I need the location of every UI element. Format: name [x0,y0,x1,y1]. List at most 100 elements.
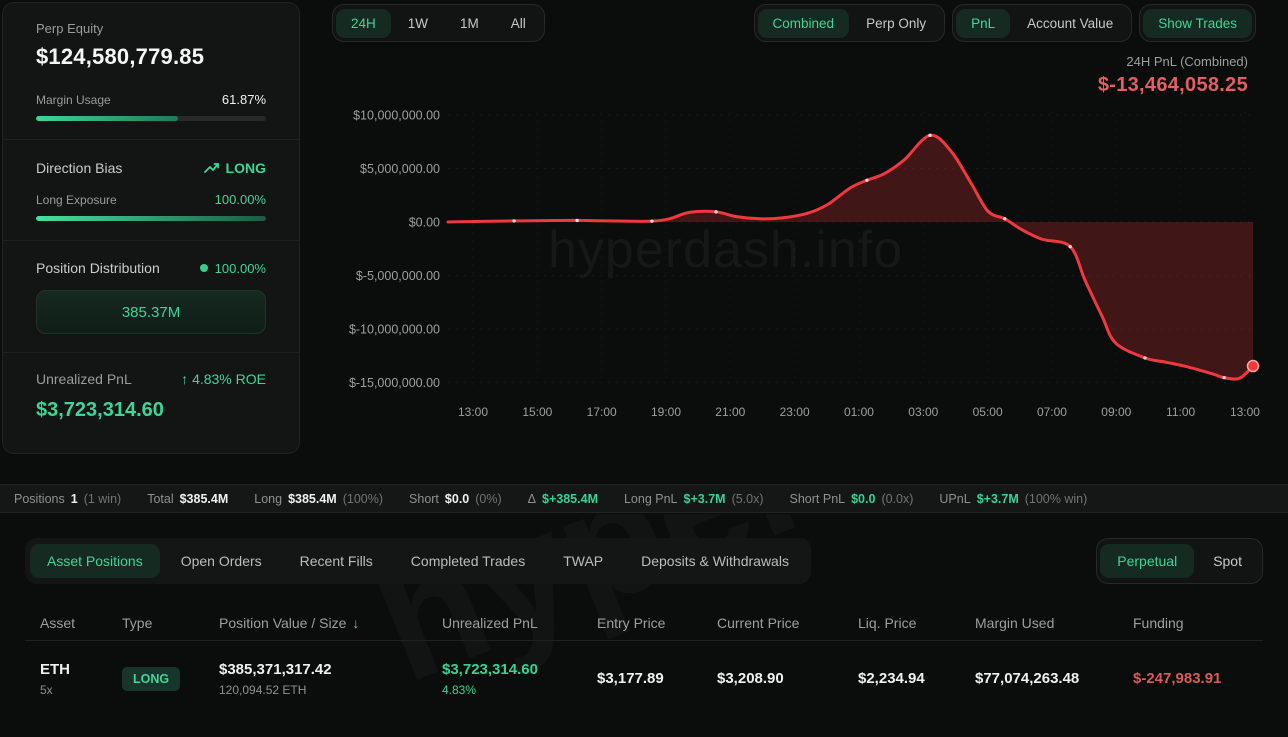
unrealized-pnl-label: Unrealized PnL [36,371,132,387]
col-liq-price[interactable]: Liq. Price [858,615,975,631]
mode-toggle-group: Combined Perp Only [754,4,946,42]
market-spot-button[interactable]: Spot [1196,544,1259,578]
margin-usage-value: 61.87% [222,92,266,107]
summary-short-pnl: Short PnL$0.0(0.0x) [790,492,914,506]
tab-asset-positions[interactable]: Asset Positions [30,544,160,578]
long-exposure-fill [36,216,266,221]
perp-equity-value: $124,580,779.85 [36,44,266,70]
summary-positions: Positions1(1 win) [14,492,121,506]
col-margin-used[interactable]: Margin Used [975,615,1133,631]
summary-short: Short$0.0(0%) [409,492,502,506]
margin-usage-bar [36,116,266,121]
svg-text:09:00: 09:00 [1101,405,1131,419]
mode-perp-only-button[interactable]: Perp Only [851,9,941,38]
summary-total: Total$385.4M [147,492,228,506]
summary-long: Long$385.4M(100%) [254,492,383,506]
chart-header-label: 24H PnL (Combined) [1098,54,1248,69]
positions-summary-bar: Positions1(1 win) Total$385.4M Long$385.… [0,484,1288,513]
position-distribution-value: 100.00% [215,261,266,276]
position-distribution-label: Position Distribution [36,260,160,276]
svg-text:11:00: 11:00 [1166,405,1195,419]
svg-text:$-15,000,000.00: $-15,000,000.00 [349,376,440,390]
tab-completed-trades[interactable]: Completed Trades [394,544,542,578]
mode-combined-button[interactable]: Combined [758,9,850,38]
divider [3,240,299,241]
roe-value: 4.83% ROE [192,371,266,387]
position-size: 120,094.52 ETH [219,683,442,697]
time-range-24h[interactable]: 24H [336,9,391,38]
svg-text:$5,000,000.00: $5,000,000.00 [360,162,440,176]
svg-text:23:00: 23:00 [780,405,810,419]
perp-equity-label: Perp Equity [36,21,266,36]
account-stats-panel: Perp Equity $124,580,779.85 Margin Usage… [2,2,300,454]
overview-section: Perp Equity $124,580,779.85 Margin Usage… [0,0,1288,456]
positions-section: hyperdash Asset Positions Open Orders Re… [0,514,1288,737]
col-entry-price[interactable]: Entry Price [597,615,717,631]
tab-deposits-withdrawals[interactable]: Deposits & Withdrawals [624,544,806,578]
svg-text:17:00: 17:00 [587,405,617,419]
long-exposure-label: Long Exposure [36,193,117,207]
arrow-up-icon: ↑ [181,371,188,387]
table-header-row: Asset Type Position Value / Size↓ Unreal… [25,606,1263,640]
summary-long-pnl: Long PnL$+3.7M(5.0x) [624,492,764,506]
divider [3,139,299,140]
sort-desc-icon: ↓ [352,615,359,631]
svg-text:15:00: 15:00 [522,405,552,419]
row-liq-price: $2,234.94 [858,670,975,687]
metric-account-value-button[interactable]: Account Value [1012,9,1128,38]
tab-recent-fills[interactable]: Recent Fills [283,544,390,578]
svg-text:07:00: 07:00 [1037,405,1067,419]
time-range-1m[interactable]: 1M [445,9,494,38]
svg-text:03:00: 03:00 [908,405,938,419]
dot-icon [200,264,208,272]
time-range-1w[interactable]: 1W [393,9,443,38]
col-asset[interactable]: Asset [40,615,122,631]
bottom-tabs: Asset Positions Open Orders Recent Fills… [25,538,811,584]
time-range-all[interactable]: All [496,9,541,38]
tab-twap[interactable]: TWAP [546,544,620,578]
svg-text:$-5,000,000.00: $-5,000,000.00 [356,269,440,283]
market-toggle-group: Perpetual Spot [1096,538,1263,584]
margin-usage-label: Margin Usage [36,93,111,107]
pnl-chart: $10,000,000.00 $5,000,000.00 $0.00 $-5,000,… [300,90,1288,430]
row-entry-price: $3,177.89 [597,670,717,687]
asset-leverage: 5x [40,683,122,697]
svg-text:$0.00: $0.00 [409,216,440,230]
direction-bias-value: LONG [226,160,266,176]
svg-text:05:00: 05:00 [973,405,1003,419]
position-distribution-button[interactable]: 385.37M [36,290,266,334]
divider [3,352,299,353]
show-trades-group: Show Trades [1139,4,1256,42]
col-unrealized-pnl[interactable]: Unrealized PnL [442,615,597,631]
table-row-eth[interactable]: ETH 5x LONG $385,371,317.42 120,094.52 E… [25,640,1263,716]
margin-usage-fill [36,116,178,121]
svg-text:01:00: 01:00 [844,405,874,419]
time-range-group: 24H 1W 1M All [332,4,545,42]
asset-symbol: ETH [40,661,122,678]
long-exposure-bar [36,216,266,221]
col-type[interactable]: Type [122,615,219,631]
svg-text:$-10,000,000.00: $-10,000,000.00 [349,323,440,337]
pnl-chart-region: 24H 1W 1M All Combined Perp Only PnL Acc… [300,0,1288,456]
row-current-price: $3,208.90 [717,670,858,687]
trend-up-icon [204,161,220,175]
metric-pnl-button[interactable]: PnL [956,9,1010,38]
row-funding: $-247,983.91 [1133,670,1263,687]
tab-open-orders[interactable]: Open Orders [164,544,279,578]
long-exposure-value: 100.00% [215,192,266,207]
position-value: $385,371,317.42 [219,661,442,678]
svg-text:13:00: 13:00 [458,405,488,419]
summary-upnl: UPnL$+3.7M(100% win) [939,492,1087,506]
unrealized-pnl-value: $3,723,314.60 [36,399,266,422]
row-margin-used: $77,074,263.48 [975,670,1133,687]
row-unrealized-pnl: $3,723,314.60 [442,661,597,678]
svg-text:13:00: 13:00 [1230,405,1260,419]
col-funding[interactable]: Funding [1133,615,1263,631]
col-position-value[interactable]: Position Value / Size↓ [219,615,442,631]
svg-text:21:00: 21:00 [715,405,745,419]
svg-text:$10,000,000.00: $10,000,000.00 [353,109,440,123]
positions-table: Asset Type Position Value / Size↓ Unreal… [25,606,1263,716]
show-trades-button[interactable]: Show Trades [1143,9,1252,38]
market-perpetual-button[interactable]: Perpetual [1100,544,1194,578]
col-current-price[interactable]: Current Price [717,615,858,631]
